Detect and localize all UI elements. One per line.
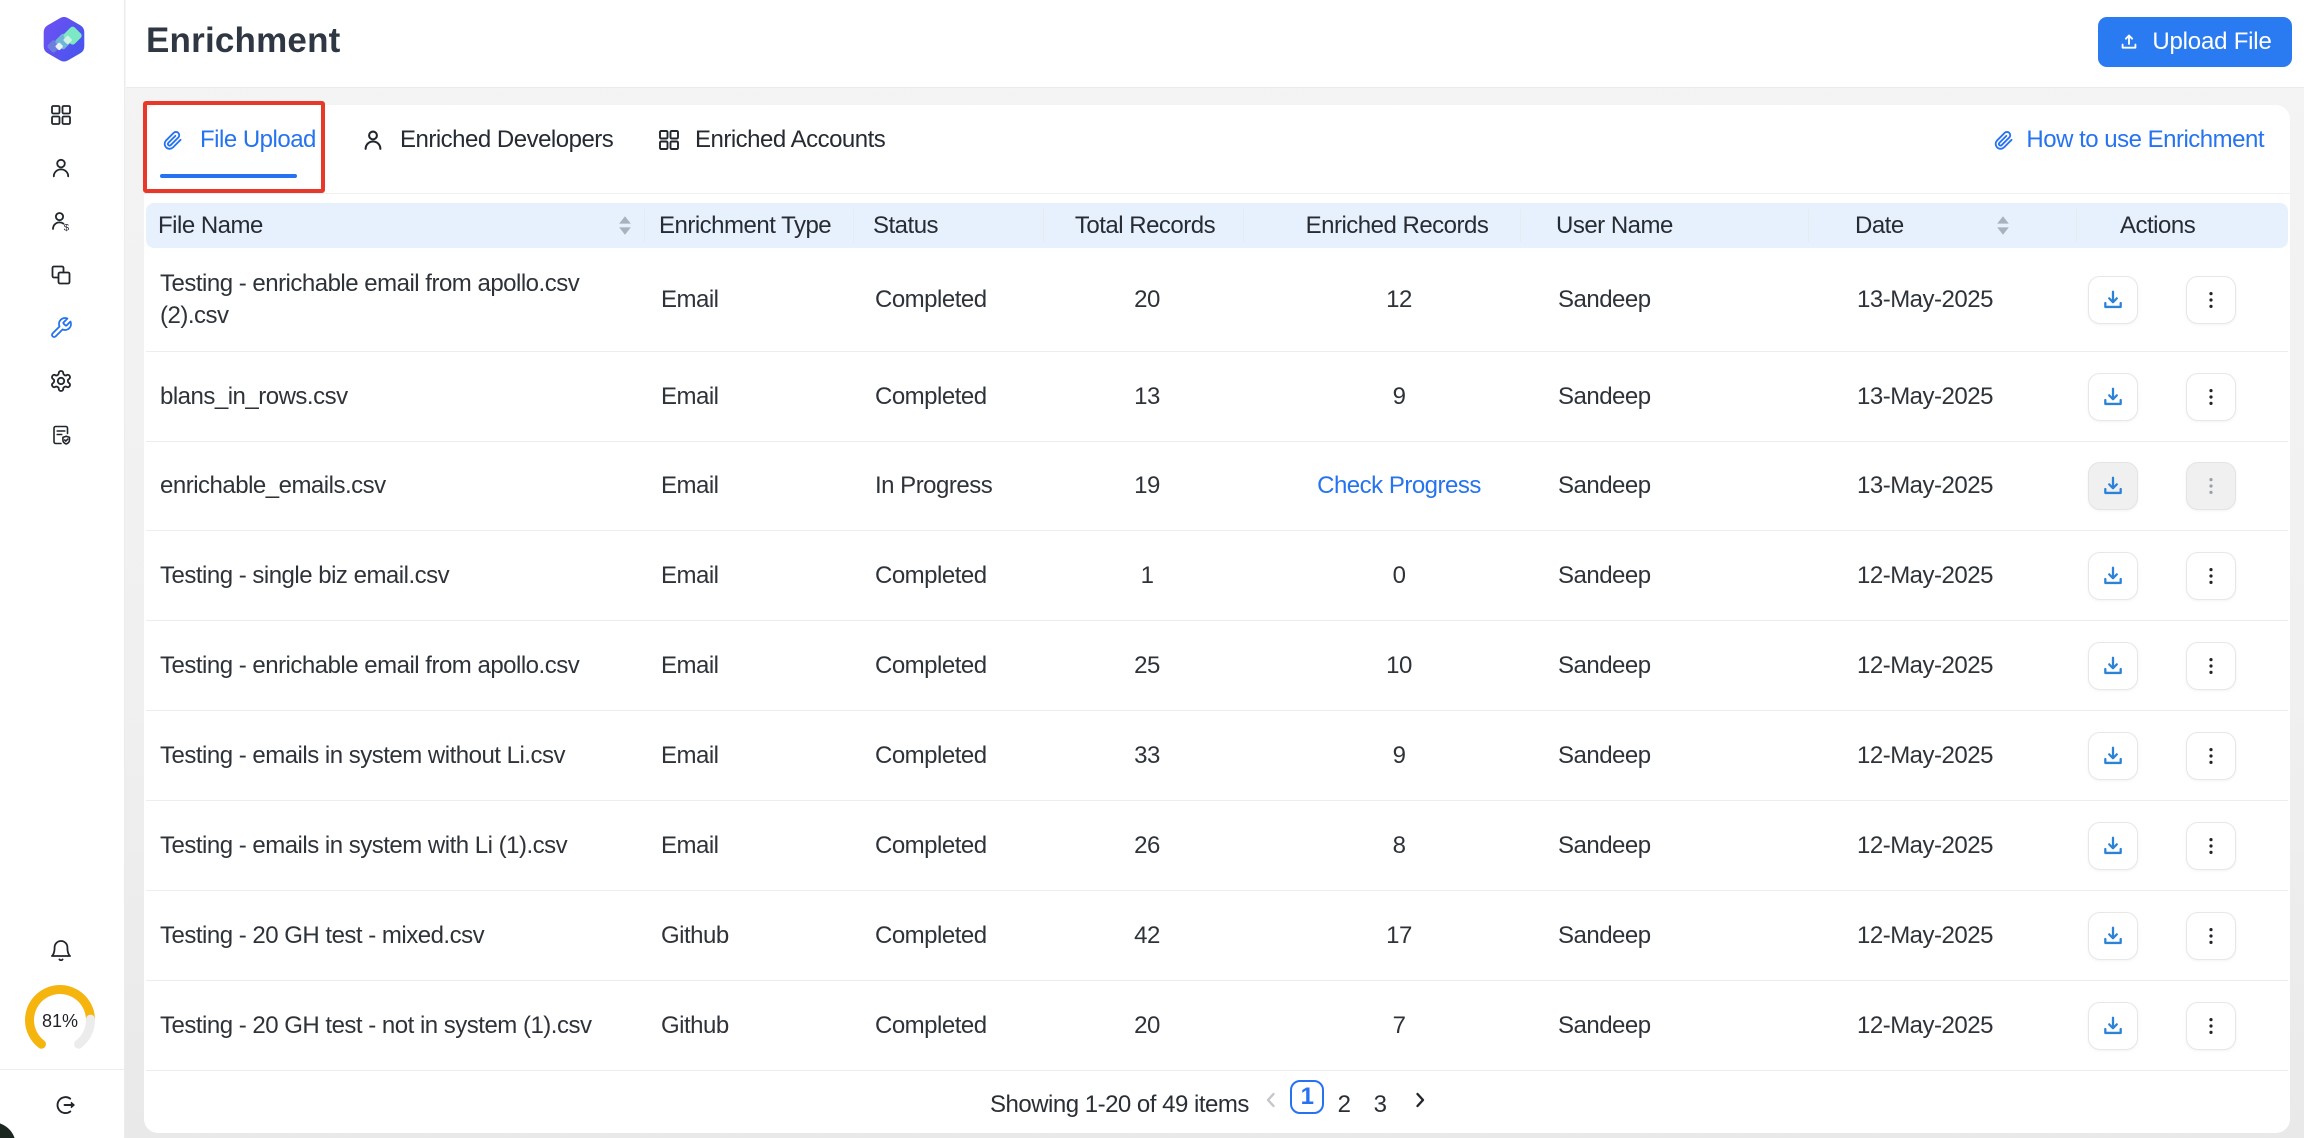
svg-text:81%: 81% — [42, 1011, 78, 1031]
svg-text:$: $ — [64, 223, 70, 234]
